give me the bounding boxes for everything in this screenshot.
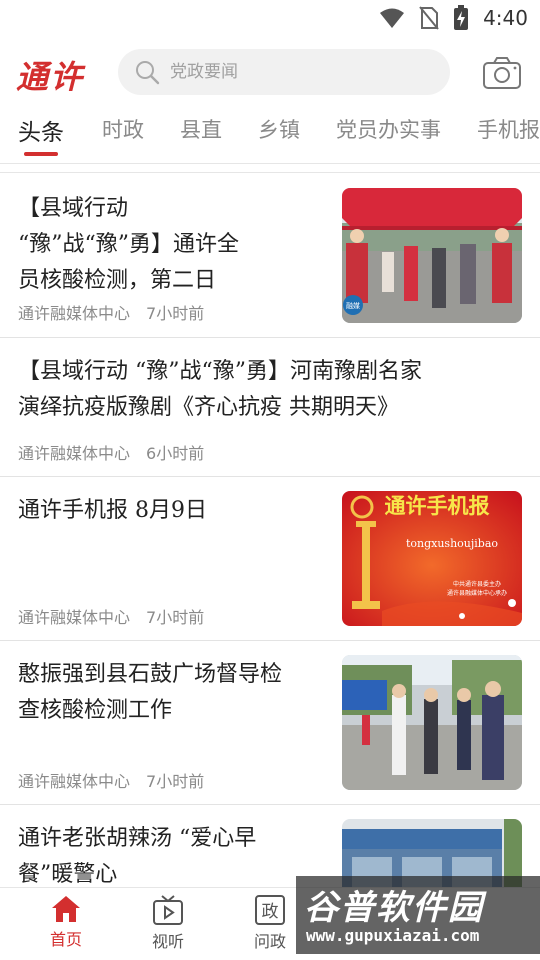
search-icon: [136, 61, 160, 85]
watermark-text: 谷普软件园: [304, 888, 484, 928]
politics-icon: 政: [255, 895, 285, 925]
status-bar: 4:40: [0, 0, 540, 36]
battery-charging-icon: [454, 5, 469, 30]
news-title-line: 演绎抗疫版豫剧《齐心抗疫 共期明天》: [18, 395, 399, 420]
news-title: 通许手机报 8月9日: [18, 493, 328, 529]
svg-text:政: 政: [262, 902, 279, 922]
thumb-credit: 中共通许县委主办: [453, 580, 501, 588]
news-source: 通许融媒体中心: [18, 304, 131, 323]
site-watermark: 谷普软件园 www.gupuxiazai.com: [296, 876, 540, 954]
news-title: 通许老张胡辣汤 “爱心早 餐”暖警心: [18, 821, 328, 887]
thumb-badge: 融媒: [346, 301, 360, 310]
home-icon: [52, 896, 80, 922]
thumb-credit: 通许县融媒体中心承办: [447, 589, 507, 597]
news-title: 【县域行动 “豫”战“豫”勇】通许全 员核酸检测，第二日: [18, 191, 328, 299]
news-meta: 通许融媒体中心 7小时前: [18, 768, 204, 792]
tent-scene-image: 融媒: [342, 188, 522, 323]
news-thumbnail[interactable]: 通许手机报 tongxushoujibao 中共通许县委主办 通许县融媒体中心承…: [342, 491, 522, 626]
tab-mobile-news[interactable]: 手机报: [477, 114, 540, 144]
tab-politics[interactable]: 时政: [102, 114, 144, 144]
tab-headline[interactable]: 头条: [18, 113, 64, 147]
tab-party-service[interactable]: 党员办实事: [336, 114, 441, 144]
tab-towns[interactable]: 乡镇: [258, 114, 300, 144]
news-meta: 通许融媒体中心 7小时前: [18, 300, 204, 324]
no-sim-icon: [419, 6, 439, 30]
news-meta: 通许融媒体中心 6小时前: [18, 440, 204, 464]
news-item[interactable]: 憨振强到县石鼓广场督导检 查核酸检测工作 通许融媒体中心 7小时前: [0, 641, 540, 805]
news-title-line: “豫”战“豫”勇】通许全: [18, 232, 239, 257]
tab-county[interactable]: 县直: [180, 114, 222, 144]
news-title-line: 查核酸检测工作: [18, 698, 173, 723]
search-bar[interactable]: [118, 49, 450, 95]
nav-home[interactable]: 首页: [26, 894, 106, 950]
app-header: 通许: [0, 44, 540, 102]
news-item[interactable]: 通许老张胡辣汤 “爱心早 餐”暖警心: [0, 805, 540, 887]
news-feed: 【县域行动 “豫”战“豫”勇】通许全 员核酸检测，第二日 通许融媒体中心 7小时前: [0, 172, 540, 887]
news-time: 7小时前: [146, 304, 205, 323]
active-tab-indicator: [24, 152, 58, 156]
news-title-line: 通许手机报 8月9日: [18, 498, 207, 523]
watermark-url: www.gupuxiazai.com: [306, 926, 480, 945]
news-thumbnail[interactable]: 融媒: [342, 188, 522, 323]
nav-video[interactable]: 视听: [128, 894, 208, 952]
app-logo[interactable]: 通许: [16, 52, 84, 98]
news-source: 通许融媒体中心: [18, 608, 131, 627]
news-source: 通许融媒体中心: [18, 772, 131, 791]
news-title-line: 餐”暖警心: [18, 862, 118, 887]
news-time: 7小时前: [146, 772, 205, 791]
news-title-line: 憨振强到县石鼓广场督导检: [18, 662, 283, 687]
news-title-line: 【县域行动 “豫”战“豫”勇】河南豫剧名家: [18, 359, 422, 384]
news-source: 通许融媒体中心: [18, 444, 131, 463]
nav-home-label: 首页: [49, 930, 82, 949]
news-title-line: 员核酸检测，第二日: [18, 268, 217, 293]
status-time: 4:40: [483, 6, 528, 30]
mobile-news-cover-image: 通许手机报 tongxushoujibao 中共通许县委主办 通许县融媒体中心承…: [342, 491, 522, 626]
news-title-line: 通许老张胡辣汤 “爱心早: [18, 826, 257, 851]
camera-icon[interactable]: [482, 56, 522, 90]
wifi-icon: [380, 8, 405, 28]
news-title: 憨振强到县石鼓广场督导检 查核酸检测工作: [18, 657, 328, 729]
news-meta: 通许融媒体中心 7小时前: [18, 604, 204, 628]
thumb-subtitle: tongxushoujibao: [406, 537, 498, 550]
search-input[interactable]: [170, 62, 410, 82]
news-title: 【县域行动 “豫”战“豫”勇】河南豫剧名家 演绎抗疫版豫剧《齐心抗疫 共期明天》: [18, 354, 528, 426]
news-item[interactable]: 【县域行动 “豫”战“豫”勇】通许全 员核酸检测，第二日 通许融媒体中心 7小时前: [0, 173, 540, 338]
tv-icon: [153, 895, 183, 925]
thumb-title: 通许手机报: [385, 494, 490, 518]
news-item[interactable]: 【县域行动 “豫”战“豫”勇】河南豫剧名家 演绎抗疫版豫剧《齐心抗疫 共期明天》…: [0, 338, 540, 477]
news-time: 6小时前: [146, 444, 205, 463]
news-time: 7小时前: [146, 608, 205, 627]
news-item[interactable]: 通许手机报 8月9日 通许融媒体中心 7小时前 通许手机报 tongxushou…: [0, 477, 540, 641]
category-tabs: 头条 时政 县直 乡镇 党员办实事 手机报: [0, 104, 540, 164]
nav-video-label: 视听: [151, 932, 184, 951]
inspection-scene-image: [342, 655, 522, 790]
news-title-line: 【县域行动: [18, 196, 129, 221]
news-thumbnail[interactable]: [342, 655, 522, 790]
